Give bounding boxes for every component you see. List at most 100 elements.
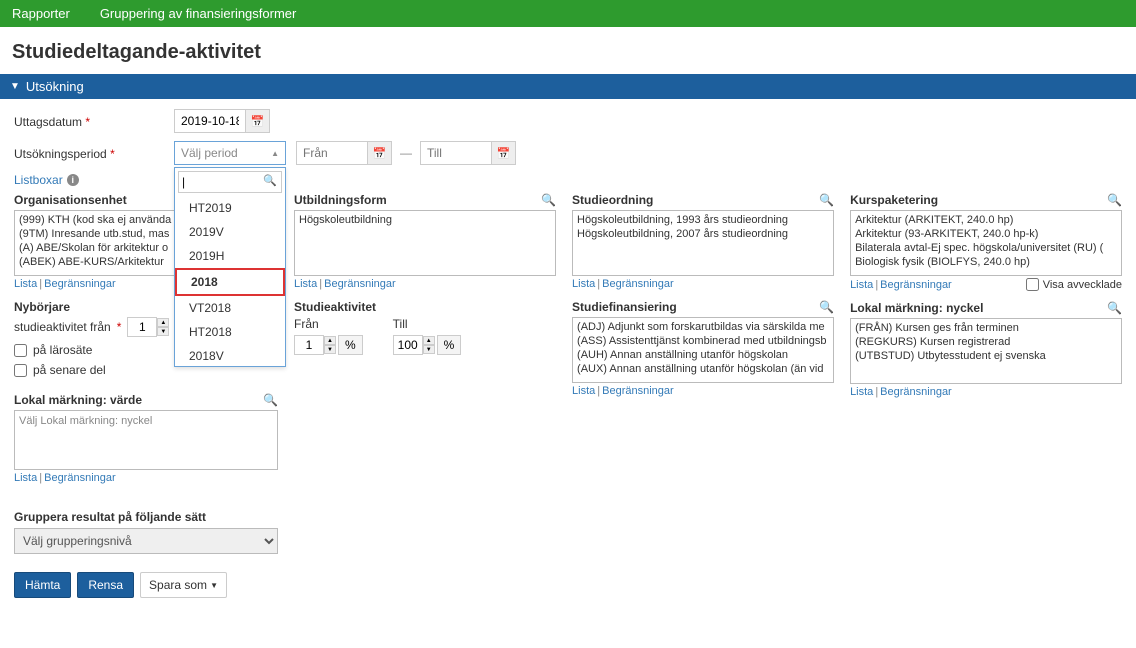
utsokningsperiod-label: Utsökningsperiod * xyxy=(14,141,174,161)
hamta-button[interactable]: Hämta xyxy=(14,572,71,598)
list-item[interactable]: (REGKURS) Kursen registrerad xyxy=(853,335,1119,349)
lokal-nyckel-listbox[interactable]: (FRÅN) Kursen ges från terminen (REGKURS… xyxy=(850,318,1122,384)
rensa-button[interactable]: Rensa xyxy=(77,572,134,598)
nav-rapporter[interactable]: Rapporter xyxy=(12,6,70,21)
spin-up[interactable]: ▲ xyxy=(324,336,336,345)
search-icon[interactable]: 🔍 xyxy=(263,393,278,407)
begr-link[interactable]: Begränsningar xyxy=(880,386,952,398)
period-list[interactable]: HT2019 2019V 2019H 2018 VT2018 HT2018 20… xyxy=(175,196,285,366)
lista-link[interactable]: Lista xyxy=(850,279,873,291)
period-option[interactable]: 2019V xyxy=(175,220,285,244)
utbildningsform-listbox[interactable]: Högskoleutbildning xyxy=(294,210,556,276)
studieaktivitet-fran-input[interactable] xyxy=(127,317,157,337)
pa-larosate-label: på lärosäte xyxy=(33,343,92,357)
search-icon[interactable]: 🔍 xyxy=(1107,301,1122,315)
period-till-input[interactable] xyxy=(421,142,491,164)
search-icon[interactable]: 🔍 xyxy=(819,300,834,314)
uttagsdatum-input[interactable] xyxy=(175,110,245,132)
search-icon[interactable]: 🔍 xyxy=(819,193,834,207)
gruppera-select[interactable]: Välj grupperingsnivå xyxy=(14,528,278,554)
pa-senare-checkbox[interactable] xyxy=(14,364,27,377)
search-icon[interactable]: 🔍 xyxy=(1107,193,1122,207)
lista-link[interactable]: Lista xyxy=(572,278,595,290)
panel-header[interactable]: ▼ Utsökning xyxy=(0,74,1136,99)
info-icon: i xyxy=(67,174,79,186)
list-item[interactable]: Biologisk fysik (BIOLFYS, 240.0 hp) xyxy=(853,255,1119,269)
list-item[interactable]: Högskoleutbildning, 2007 års studieordni… xyxy=(575,227,831,241)
studieordning-listbox[interactable]: Högskoleutbildning, 1993 års studieordni… xyxy=(572,210,834,276)
lista-link[interactable]: Lista xyxy=(850,386,873,398)
lokal-varde-label: Lokal märkning: värde xyxy=(14,393,142,407)
nav-gruppering[interactable]: Gruppering av finansieringsformer xyxy=(100,6,297,21)
caret-down-icon: ▼ xyxy=(210,581,218,590)
aktivitet-from-input[interactable] xyxy=(294,335,324,355)
list-item[interactable]: Högskoleutbildning, 1993 års studieordni… xyxy=(575,213,831,227)
begr-link[interactable]: Begränsningar xyxy=(44,278,116,290)
lista-link[interactable]: Lista xyxy=(572,385,595,397)
lokal-varde-listbox[interactable]: Välj Lokal märkning: nyckel xyxy=(14,410,278,470)
period-search-input[interactable] xyxy=(179,172,259,192)
spin-up[interactable]: ▲ xyxy=(157,318,169,327)
kurspaketering-label: Kurspaketering xyxy=(850,193,938,207)
period-dropdown: 🔍 HT2019 2019V 2019H 2018 VT2018 HT2018 … xyxy=(174,167,286,367)
period-option[interactable]: HT2018 xyxy=(175,320,285,344)
aktivitet-till-input[interactable] xyxy=(393,335,423,355)
spin-down[interactable]: ▼ xyxy=(324,345,336,354)
pa-larosate-checkbox[interactable] xyxy=(14,344,27,357)
period-select[interactable]: Välj period ▲ xyxy=(174,141,286,165)
studieordning-label: Studieordning xyxy=(572,193,653,207)
begr-link[interactable]: Begränsningar xyxy=(602,385,674,397)
till-label: Till xyxy=(393,317,462,331)
begr-link[interactable]: Begränsningar xyxy=(602,278,674,290)
list-item[interactable]: Högskoleutbildning xyxy=(297,213,553,227)
period-option-highlighted[interactable]: 2018 xyxy=(175,268,285,296)
period-option[interactable]: 2019H xyxy=(175,244,285,268)
spara-som-button[interactable]: Spara som▼ xyxy=(140,572,227,598)
dash-icon: — xyxy=(400,146,412,160)
org-label: Organisationsenhet xyxy=(14,193,127,207)
search-icon[interactable]: 🔍 xyxy=(541,193,556,207)
lista-link[interactable]: Lista xyxy=(14,472,37,484)
listboxar-link[interactable]: Listboxar i xyxy=(14,173,79,187)
calendar-icon[interactable]: 📅 xyxy=(245,110,269,132)
spin-down[interactable]: ▼ xyxy=(423,345,435,354)
pct-button[interactable]: % xyxy=(437,335,462,355)
list-item[interactable]: (ADJ) Adjunkt som forskarutbildas via sä… xyxy=(575,320,831,334)
list-item[interactable]: Arkitektur (93-ARKITEKT, 240.0 hp-k) xyxy=(853,227,1119,241)
list-item[interactable]: (AUX) Annan anställning utanför högskola… xyxy=(575,362,831,376)
list-item[interactable]: Bilaterala avtal-Ej spec. högskola/unive… xyxy=(853,241,1119,255)
triangle-up-icon: ▲ xyxy=(271,149,279,158)
spin-down[interactable]: ▼ xyxy=(157,327,169,336)
studieaktivitet-label: Studieaktivitet xyxy=(294,300,556,314)
begr-link[interactable]: Begränsningar xyxy=(880,279,952,291)
begr-link[interactable]: Begränsningar xyxy=(44,472,116,484)
spin-up[interactable]: ▲ xyxy=(423,336,435,345)
calendar-icon[interactable]: 📅 xyxy=(491,142,515,164)
studiefinansiering-listbox[interactable]: (ADJ) Adjunkt som forskarutbildas via sä… xyxy=(572,317,834,383)
page-title: Studiedeltagande-aktivitet xyxy=(0,27,1136,74)
panel-title: Utsökning xyxy=(26,79,84,94)
visa-avvecklade-checkbox[interactable] xyxy=(1026,278,1039,291)
caret-down-icon: ▼ xyxy=(10,81,20,92)
utbildningsform-label: Utbildningsform xyxy=(294,193,387,207)
period-option[interactable]: VT2018 xyxy=(175,296,285,320)
list-item[interactable]: (AUH) Annan anställning utanför högskola… xyxy=(575,348,831,362)
period-from-input[interactable] xyxy=(297,142,367,164)
visa-avvecklade-label: Visa avvecklade xyxy=(1043,279,1122,291)
pct-button[interactable]: % xyxy=(338,335,363,355)
uttagsdatum-label: Uttagsdatum * xyxy=(14,109,174,129)
lokal-nyckel-label: Lokal märkning: nyckel xyxy=(850,301,983,315)
list-item[interactable]: (FRÅN) Kursen ges från terminen xyxy=(853,321,1119,335)
from-label: Från xyxy=(294,317,363,331)
lista-link[interactable]: Lista xyxy=(294,278,317,290)
gruppera-label: Gruppera resultat på följande sätt xyxy=(14,510,278,524)
list-item[interactable]: (ASS) Assistenttjänst kombinerad med utb… xyxy=(575,334,831,348)
period-option[interactable]: 2018V xyxy=(175,344,285,366)
lista-link[interactable]: Lista xyxy=(14,278,37,290)
list-item[interactable]: (UTBSTUD) Utbytesstudent ej svenska xyxy=(853,349,1119,363)
list-item[interactable]: Arkitektur (ARKITEKT, 240.0 hp) xyxy=(853,213,1119,227)
kurspaketering-listbox[interactable]: Arkitektur (ARKITEKT, 240.0 hp) Arkitekt… xyxy=(850,210,1122,276)
period-option[interactable]: HT2019 xyxy=(175,196,285,220)
begr-link[interactable]: Begränsningar xyxy=(324,278,396,290)
calendar-icon[interactable]: 📅 xyxy=(367,142,391,164)
